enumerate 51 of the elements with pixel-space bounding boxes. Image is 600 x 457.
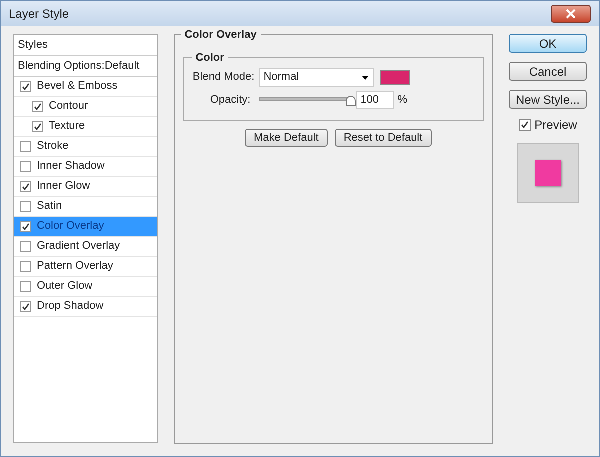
window-title: Layer Style xyxy=(9,6,70,22)
checkbox[interactable] xyxy=(20,221,31,232)
checkbox[interactable] xyxy=(20,201,31,212)
checkbox[interactable] xyxy=(20,241,31,252)
check-icon xyxy=(22,302,30,310)
color-swatch[interactable] xyxy=(380,70,410,85)
check-icon xyxy=(34,122,42,130)
check-icon xyxy=(22,82,30,90)
styles-header[interactable]: Styles xyxy=(14,35,157,56)
check-icon xyxy=(22,222,30,230)
checkbox[interactable] xyxy=(32,121,43,132)
effect-item[interactable]: Drop Shadow xyxy=(14,297,157,317)
group-title: Color xyxy=(196,52,224,64)
effect-item[interactable]: Inner Shadow xyxy=(14,157,157,177)
checkbox[interactable] xyxy=(20,141,31,152)
styles-header[interactable]: Blending Options:Default xyxy=(14,56,157,77)
dialog-button[interactable]: Cancel xyxy=(509,62,587,81)
effect-item[interactable]: Color Overlay xyxy=(14,217,157,237)
unit-label: % xyxy=(398,92,408,108)
effect-item[interactable]: Bevel & Emboss xyxy=(14,77,157,97)
checkbox[interactable] xyxy=(20,281,31,292)
effect-item[interactable]: Pattern Overlay xyxy=(14,257,157,277)
section-title: Color Overlay xyxy=(184,29,257,41)
effect-item[interactable]: Stroke xyxy=(14,137,157,157)
blend-mode-dropdown[interactable]: Normal xyxy=(258,68,374,87)
checkbox-label: Preview xyxy=(534,117,578,134)
dialog-button[interactable]: OK xyxy=(509,34,587,53)
field-label: Opacity: xyxy=(209,92,252,108)
effect-item[interactable]: Inner Glow xyxy=(14,177,157,197)
checkbox[interactable] xyxy=(20,261,31,272)
caret-icon xyxy=(362,76,369,80)
effect-item[interactable]: Contour xyxy=(14,97,157,117)
field-label: Blend Mode: xyxy=(192,70,256,86)
preview-checkbox[interactable] xyxy=(518,119,531,131)
effect-item[interactable]: Gradient Overlay xyxy=(14,237,157,257)
close-icon xyxy=(566,8,576,18)
checkbox[interactable] xyxy=(32,101,43,112)
panel-button[interactable]: Make Default xyxy=(245,129,328,147)
checkbox[interactable] xyxy=(20,161,31,172)
checkbox[interactable] xyxy=(20,301,31,312)
effect-item[interactable]: Outer Glow xyxy=(14,277,157,297)
check-icon xyxy=(34,102,42,110)
checkbox[interactable] xyxy=(20,181,31,192)
close-button[interactable] xyxy=(551,4,591,22)
check-icon xyxy=(22,182,30,190)
check-icon xyxy=(520,121,529,129)
panel-button[interactable]: Reset to Default xyxy=(334,129,432,147)
dialog-button[interactable]: New Style... xyxy=(509,90,587,109)
effect-item[interactable]: Texture xyxy=(14,117,157,137)
checkbox[interactable] xyxy=(20,81,31,92)
opacity-field[interactable]: 100 xyxy=(356,91,394,109)
